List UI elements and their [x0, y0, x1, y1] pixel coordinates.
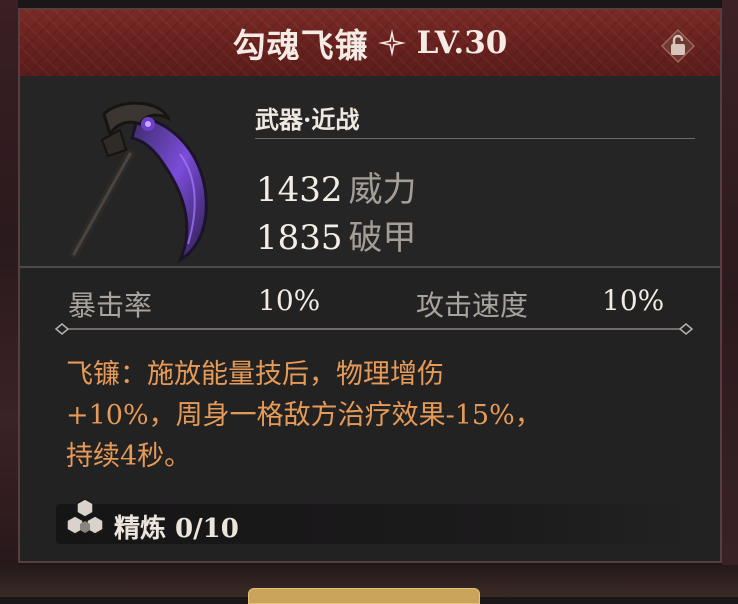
weapon-category: 武器·近战 [255, 105, 360, 134]
star-icon [377, 29, 406, 57]
bottom-action-button[interactable] [248, 588, 480, 604]
item-tooltip-card: 勾魂飞镰 LV.30 武器·近战 1432 威力 1835 破甲 暴击率 10%… [18, 8, 722, 563]
stat-armor-break: 1835 破甲 [256, 210, 417, 259]
description-line-2: +10%，周身一格敌方治疗效果-15%， [66, 400, 542, 431]
weapon-summary-panel: 武器·近战 1432 威力 1835 破甲 [20, 76, 720, 268]
category-divider [255, 138, 695, 139]
crit-rate-value: 10% [258, 284, 321, 317]
ornate-divider [54, 323, 694, 335]
crit-rate-label: 暴击率 [68, 289, 153, 322]
refine-bar: 精炼 0/10 [56, 498, 696, 544]
stat-power-value: 1432 [256, 170, 343, 210]
secondary-stats-row: 暴击率 10% 攻击速度 10% [20, 268, 720, 328]
refine-hexagon-icon [66, 498, 104, 535]
background-right [722, 0, 738, 597]
item-name: 勾魂飞镰 [232, 26, 369, 65]
weapon-scythe-icon [69, 101, 208, 264]
title-row: 勾魂飞镰 LV.30 [20, 10, 720, 76]
item-header: 勾魂飞镰 LV.30 [20, 10, 720, 78]
stat-power: 1432 威力 [256, 162, 417, 211]
description-line-1: 飞镰：施放能量技后，物理增伤 [66, 359, 444, 390]
lock-icon[interactable] [660, 28, 696, 64]
stat-armor-break-label: 破甲 [348, 218, 417, 258]
refine-label: 精炼 0/10 [114, 514, 239, 544]
attack-speed-label: 攻击速度 [416, 289, 529, 322]
description-line-3: 持续4秒。 [66, 441, 192, 472]
attack-speed-value: 10% [602, 284, 665, 317]
item-level: LV.30 [416, 25, 508, 61]
skill-description: 飞镰：施放能量技后，物理增伤 +10%，周身一格敌方治疗效果-15%， 持续4秒… [66, 354, 686, 477]
background-left [0, 0, 18, 597]
stat-power-label: 威力 [348, 170, 417, 210]
stat-armor-break-value: 1835 [256, 218, 343, 258]
